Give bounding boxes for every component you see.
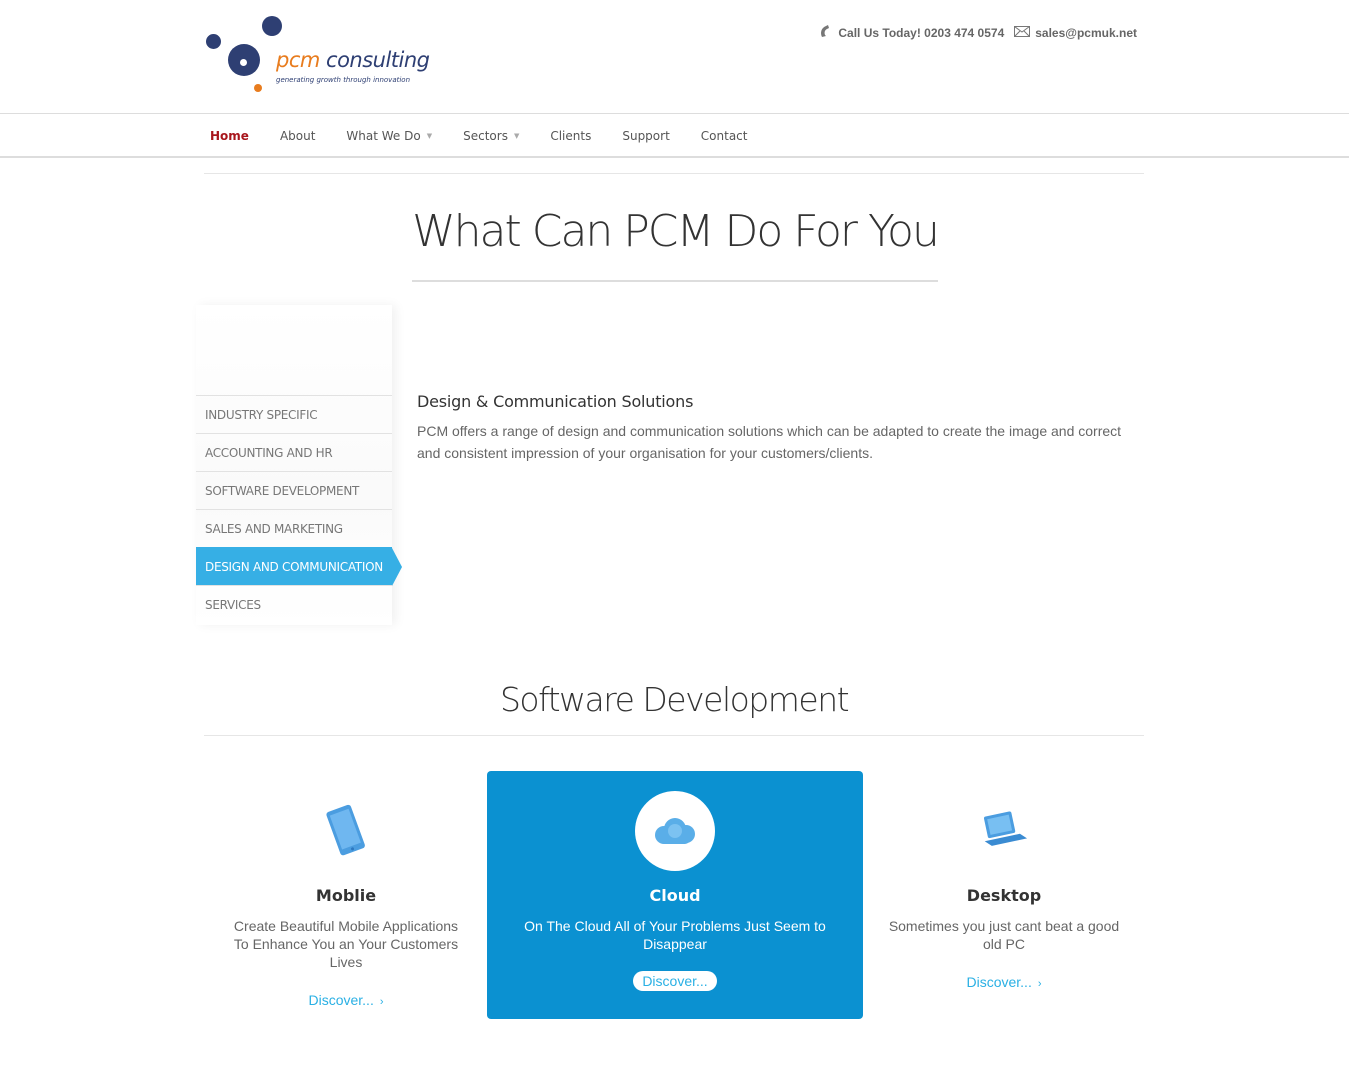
discover-button[interactable]: Discover... bbox=[487, 971, 863, 991]
chevron-right-icon: › bbox=[1037, 978, 1042, 990]
nav-item-contact[interactable]: Contact bbox=[701, 129, 748, 143]
main-nav: Home About What We Do ▼ Sectors ▼ Clients … bbox=[210, 114, 778, 157]
logo-dot bbox=[262, 16, 282, 36]
feature-title: Cloud bbox=[649, 886, 701, 905]
tablet-icon bbox=[306, 791, 386, 871]
tab-design-and-communication[interactable]: DESIGN AND COMMUNICATION bbox=[196, 547, 402, 586]
tab-sales-and-marketing[interactable]: SALES AND MARKETING bbox=[196, 509, 392, 547]
laptop-icon bbox=[964, 791, 1044, 871]
chevron-right-icon: › bbox=[379, 996, 384, 1008]
feature-description: Create Beautiful Mobile Applications To … bbox=[233, 918, 459, 970]
tab-accounting-and-hr[interactable]: ACCOUNTING AND HR bbox=[196, 433, 392, 471]
nav-item-clients[interactable]: Clients bbox=[550, 129, 591, 143]
title-underline bbox=[412, 280, 938, 282]
section-title: Software Development bbox=[499, 680, 850, 719]
feature-card-mobile: Moblie Create Beautiful Mobile Applicati… bbox=[158, 771, 534, 1019]
feature-title: Moblie bbox=[315, 886, 377, 905]
service-tabs: INDUSTRY SPECIFIC ACCOUNTING AND HR SOFT… bbox=[196, 395, 402, 623]
page-title: What Can PCM Do For You bbox=[412, 206, 940, 257]
chevron-down-icon: ▼ bbox=[426, 131, 433, 140]
feature-card-cloud: Cloud On The Cloud All of Your Problems … bbox=[487, 771, 863, 1019]
cloud-icon bbox=[635, 791, 715, 871]
main-navbar: Home About What We Do ▼ Sectors ▼ Clients … bbox=[0, 113, 1349, 158]
logo[interactable]: pcm consulting generating growth through… bbox=[204, 14, 444, 98]
tab-content-text: PCM offers a range of design and communi… bbox=[417, 423, 1122, 461]
nav-item-home[interactable]: Home bbox=[210, 129, 249, 143]
nav-item-support[interactable]: Support bbox=[622, 129, 669, 143]
phone-icon bbox=[819, 24, 833, 41]
discover-link[interactable]: Discover... › bbox=[158, 992, 534, 1008]
brand-tagline: generating growth through innovation bbox=[276, 76, 411, 84]
tab-industry-specific[interactable]: INDUSTRY SPECIFIC bbox=[196, 395, 392, 433]
feature-description: On The Cloud All of Your Problems Just S… bbox=[524, 918, 826, 952]
header-contact: Call Us Today! 0203 474 0574 sales@pcmuk… bbox=[819, 24, 1137, 41]
tab-content-title: Design & Communication Solutions bbox=[417, 392, 694, 411]
feature-description: Sometimes you just cant beat a good old … bbox=[888, 918, 1120, 952]
tab-software-development[interactable]: SOFTWARE DEVELOPMENT bbox=[196, 471, 392, 509]
nav-item-what-we-do[interactable]: What We Do ▼ bbox=[346, 129, 432, 143]
phone-text[interactable]: Call Us Today! 0203 474 0574 bbox=[838, 26, 1004, 40]
logo-dot bbox=[206, 34, 221, 49]
brand-name: pcm consulting bbox=[276, 48, 430, 72]
divider bbox=[204, 735, 1144, 736]
nav-item-sectors[interactable]: Sectors ▼ bbox=[463, 129, 519, 143]
logo-dot bbox=[254, 84, 262, 92]
chevron-down-icon: ▼ bbox=[513, 131, 520, 140]
email-link[interactable]: sales@pcmuk.net bbox=[1035, 26, 1137, 40]
logo-dot bbox=[228, 44, 260, 76]
feature-card-desktop: Desktop Sometimes you just cant beat a g… bbox=[816, 771, 1192, 1019]
divider bbox=[204, 173, 1144, 174]
nav-item-about[interactable]: About bbox=[280, 129, 315, 143]
tab-services[interactable]: SERVICES bbox=[196, 585, 392, 623]
mail-icon bbox=[1014, 25, 1031, 40]
discover-link[interactable]: Discover... › bbox=[816, 974, 1192, 990]
feature-title: Desktop bbox=[966, 886, 1042, 905]
